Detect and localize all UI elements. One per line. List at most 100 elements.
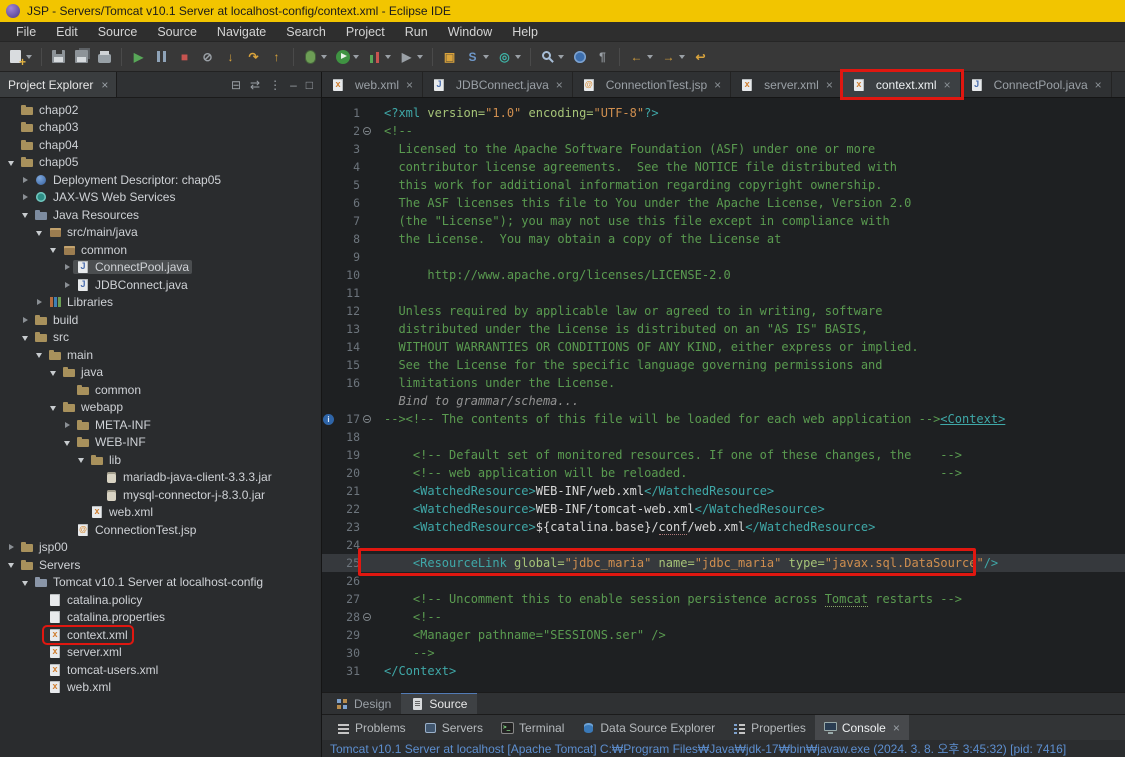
editor-tab-context-xml[interactable]: context.xml ×: [839, 69, 964, 100]
collapse-arrow-icon[interactable]: [48, 364, 59, 381]
gutter[interactable]: 30: [322, 644, 374, 662]
code-line-8[interactable]: 8 the License. You may obtain a copy of …: [322, 230, 1125, 248]
fold-collapse-icon[interactable]: [363, 415, 371, 423]
tree-item-main[interactable]: main: [0, 346, 321, 364]
code-text[interactable]: the License. You may obtain a copy of th…: [374, 232, 781, 246]
close-tab-icon[interactable]: ×: [714, 78, 721, 92]
code-text[interactable]: <Manager pathname="SESSIONS.ser" />: [374, 628, 666, 642]
view-menu-icon[interactable]: ⋮: [269, 78, 281, 92]
dropdown-arrow-icon[interactable]: [321, 54, 327, 59]
code-line-11[interactable]: 11: [322, 284, 1125, 302]
menu-file[interactable]: File: [6, 22, 46, 41]
gutter[interactable]: 22: [322, 500, 374, 518]
tree-item-chap05[interactable]: chap05: [0, 154, 321, 172]
code-line-22[interactable]: 22 <WatchedResource>WEB-INF/tomcat-web.x…: [322, 500, 1125, 518]
editor-tab-jdbconnect-java[interactable]: JDBConnect.java ×: [423, 72, 573, 97]
tree-item-tomcat-users-xml[interactable]: tomcat-users.xml: [0, 661, 321, 679]
gutter[interactable]: 29: [322, 626, 374, 644]
menu-search[interactable]: Search: [276, 22, 336, 41]
tree-item-catalina-properties[interactable]: catalina.properties: [0, 609, 321, 627]
gutter[interactable]: 18: [322, 428, 374, 446]
debug-button[interactable]: [299, 45, 331, 69]
new-java-project-button[interactable]: ▣: [438, 45, 461, 69]
editor-tab-connectpool-java[interactable]: ConnectPool.java ×: [961, 72, 1112, 97]
close-tab-icon[interactable]: ×: [556, 78, 563, 92]
dropdown-arrow-icon[interactable]: [26, 54, 32, 59]
tree-item-common[interactable]: common: [0, 241, 321, 259]
code-line-31[interactable]: 31 </Context>: [322, 662, 1125, 680]
gutter[interactable]: 13: [322, 320, 374, 338]
gutter[interactable]: 26: [322, 572, 374, 590]
tree-item-web-xml[interactable]: web.xml: [0, 504, 321, 522]
gutter[interactable]: i 17: [322, 410, 374, 428]
menu-project[interactable]: Project: [336, 22, 395, 41]
tree-item-common[interactable]: common: [0, 381, 321, 399]
gutter[interactable]: 15: [322, 356, 374, 374]
code-text[interactable]: distributed under the License is distrib…: [374, 322, 868, 336]
last-edit-location-button[interactable]: ↩: [689, 45, 712, 69]
gutter[interactable]: 10: [322, 266, 374, 284]
close-tab-icon[interactable]: ×: [944, 78, 951, 92]
code-line-3[interactable]: 3 Licensed to the Apache Software Founda…: [322, 140, 1125, 158]
gutter[interactable]: 11: [322, 284, 374, 302]
tree-item-servers[interactable]: Servers: [0, 556, 321, 574]
code-line-17[interactable]: i 17 --><!-- The contents of this file wil…: [322, 410, 1125, 428]
code-line-16[interactable]: 16 limitations under the License.: [322, 374, 1125, 392]
code-line-23[interactable]: 23 <WatchedResource>${catalina.base}/con…: [322, 518, 1125, 536]
collapse-arrow-icon[interactable]: [34, 346, 45, 363]
save-all-button[interactable]: [70, 45, 93, 69]
code-text[interactable]: Licensed to the Apache Software Foundati…: [374, 142, 875, 156]
new-web-service-button[interactable]: ◎: [493, 45, 525, 69]
tree-item-tomcat-v10-1-server-at-localhost-config[interactable]: Tomcat v10.1 Server at localhost-config: [0, 574, 321, 592]
code-text[interactable]: </Context>: [374, 664, 456, 678]
gutter[interactable]: 5: [322, 176, 374, 194]
code-editor[interactable]: 1 <?xml version="1.0" encoding="UTF-8"?> 2…: [322, 98, 1125, 692]
menu-source[interactable]: Source: [147, 22, 207, 41]
gutter[interactable]: 24: [322, 536, 374, 554]
collapse-arrow-icon[interactable]: [62, 434, 73, 451]
tree-item-connectiontest-jsp[interactable]: ConnectionTest.jsp: [0, 521, 321, 539]
code-line-27[interactable]: 27 <!-- Uncomment this to enable session…: [322, 590, 1125, 608]
tree-item-java-resources[interactable]: Java Resources: [0, 206, 321, 224]
step-over-button[interactable]: ↷: [242, 45, 265, 69]
tree-item-build[interactable]: build: [0, 311, 321, 329]
gutter[interactable]: 28: [322, 608, 374, 626]
gutter[interactable]: 3: [322, 140, 374, 158]
collapse-arrow-icon[interactable]: [6, 556, 17, 573]
dropdown-arrow-icon[interactable]: [679, 54, 685, 59]
collapse-all-icon[interactable]: ⊟: [231, 78, 241, 92]
gutter[interactable]: 23: [322, 518, 374, 536]
fold-collapse-icon[interactable]: [363, 127, 371, 135]
code-text[interactable]: WITHOUT WARRANTIES OR CONDITIONS OF ANY …: [374, 340, 918, 354]
close-tab-icon[interactable]: ×: [406, 78, 413, 92]
close-tab-icon[interactable]: ×: [826, 78, 833, 92]
collapse-arrow-icon[interactable]: [6, 154, 17, 171]
code-text[interactable]: <!-- Uncomment this to enable session pe…: [374, 592, 962, 607]
close-tab-icon[interactable]: ×: [893, 721, 900, 735]
tree-item-webapp[interactable]: webapp: [0, 399, 321, 417]
show-annotations-button[interactable]: ¶: [591, 45, 614, 69]
external-tools-button[interactable]: ▶: [395, 45, 427, 69]
code-text[interactable]: http://www.apache.org/licenses/LICENSE-2…: [374, 268, 730, 282]
dropdown-arrow-icon[interactable]: [515, 54, 521, 59]
panel-tab-data-source-explorer[interactable]: Data Source Explorer: [573, 715, 724, 740]
tree-item-context-xml[interactable]: context.xml: [0, 624, 321, 645]
code-text[interactable]: --><!-- The contents of this file will b…: [374, 412, 1005, 426]
expand-arrow-icon[interactable]: [62, 276, 73, 293]
expand-arrow-icon[interactable]: [20, 171, 31, 188]
code-line-21[interactable]: 21 <WatchedResource>WEB-INF/web.xml</Wat…: [322, 482, 1125, 500]
expand-arrow-icon[interactable]: [6, 539, 17, 556]
gutter[interactable]: 1: [322, 104, 374, 122]
gutter[interactable]: 7: [322, 212, 374, 230]
code-line-14[interactable]: 14 WITHOUT WARRANTIES OR CONDITIONS OF A…: [322, 338, 1125, 356]
code-text[interactable]: See the License for the specific languag…: [374, 358, 882, 372]
dropdown-arrow-icon[interactable]: [385, 54, 391, 59]
code-line-10[interactable]: 10 http://www.apache.org/licenses/LICENS…: [322, 266, 1125, 284]
editor-tab-connectiontest-jsp[interactable]: ConnectionTest.jsp ×: [573, 72, 732, 97]
gutter[interactable]: 8: [322, 230, 374, 248]
code-line-19[interactable]: 19 <!-- Default set of monitored resourc…: [322, 446, 1125, 464]
tree-item-java[interactable]: java: [0, 364, 321, 382]
panel-tab-console[interactable]: Console ×: [814, 715, 909, 740]
expand-arrow-icon[interactable]: [34, 294, 45, 311]
collapse-arrow-icon[interactable]: [48, 241, 59, 258]
